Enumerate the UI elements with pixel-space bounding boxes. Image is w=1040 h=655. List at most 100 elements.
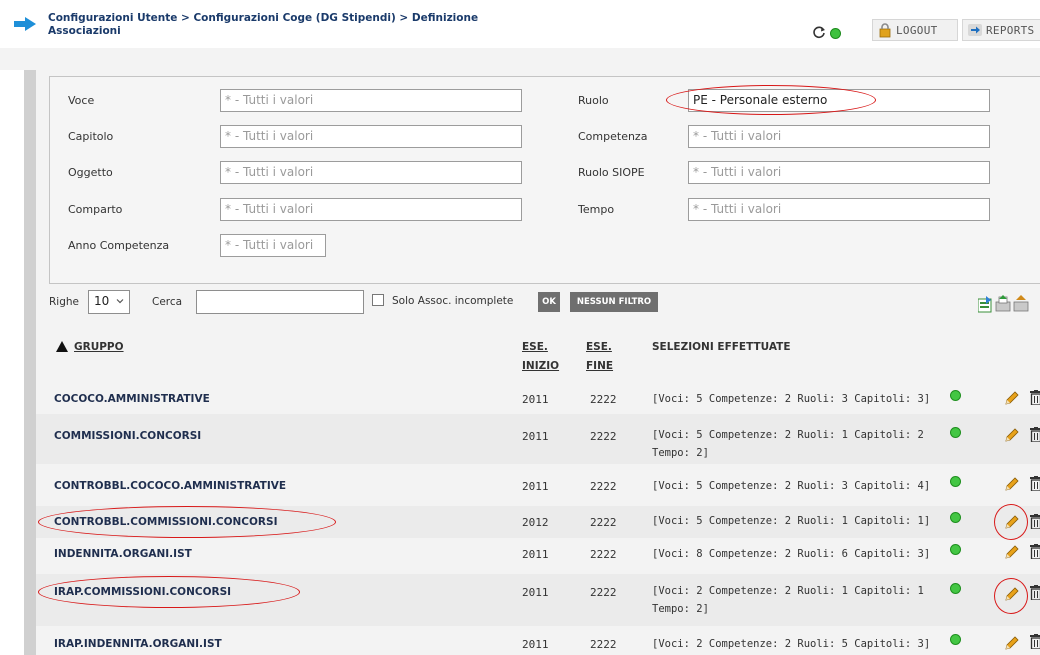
anno-competenza-label: Anno Competenza — [68, 239, 170, 252]
edit-pencil-icon[interactable] — [1004, 514, 1020, 530]
sort-ascending-icon[interactable] — [56, 341, 68, 352]
table-row[interactable]: IRAP.COMMISSIONI.CONCORSI 2011 2222 [Voc… — [36, 574, 1040, 626]
status-ok-icon — [950, 544, 961, 555]
edit-pencil-icon[interactable] — [1004, 635, 1020, 651]
logout-button[interactable]: LOGOUT — [872, 19, 958, 41]
selezioni-cell: [Voci: 5 Competenze: 2 Ruoli: 1 Capitoli… — [652, 512, 942, 530]
ese-fine-cell: 2222 — [590, 638, 617, 651]
column-header-ese-fine-1[interactable]: ESE. — [586, 338, 612, 356]
ese-fine-cell: 2222 — [590, 393, 617, 406]
column-header-ese-fine-2[interactable]: FINE — [586, 357, 613, 375]
table-row[interactable]: CONTROBBL.COCOCO.AMMINISTRATIVE 2011 222… — [36, 464, 1040, 506]
delete-trash-icon[interactable] — [1030, 514, 1040, 529]
gruppo-cell: CONTROBBL.COMMISSIONI.CONCORSI — [54, 516, 278, 528]
gruppo-cell: CONTROBBL.COCOCO.AMMINISTRATIVE — [54, 480, 287, 492]
selezioni-line-1: [Voci: 8 Competenze: 2 Ruoli: 6 Capitoli… — [652, 548, 931, 560]
delete-trash-icon[interactable] — [1030, 634, 1040, 649]
selezioni-line-1: [Voci: 5 Competenze: 2 Ruoli: 1 Capitoli… — [652, 429, 924, 441]
table-row[interactable]: INDENNITA.ORGANI.IST 2011 2222 [Voci: 8 … — [36, 538, 1040, 574]
comparto-field[interactable]: * - Tutti i valori — [220, 198, 522, 221]
ese-fine-cell: 2222 — [590, 480, 617, 493]
oggetto-field[interactable]: * - Tutti i valori — [220, 161, 522, 184]
oggetto-label: Oggetto — [68, 166, 113, 179]
column-header-selezioni: SELEZIONI EFFETTUATE — [652, 341, 791, 353]
ese-inizio-cell: 2011 — [522, 548, 549, 561]
delete-trash-icon[interactable] — [1030, 544, 1040, 559]
edit-pencil-icon[interactable] — [1004, 544, 1020, 560]
table-row[interactable]: COMMISSIONI.CONCORSI 2011 2222 [Voci: 5 … — [36, 414, 1040, 464]
righe-label: Righe — [49, 296, 79, 308]
header-band — [0, 48, 1040, 70]
gruppo-cell: COCOCO.AMMINISTRATIVE — [54, 393, 210, 405]
incomplete-label: Solo Assoc. incomplete — [392, 295, 514, 307]
selezioni-line-1: [Voci: 5 Competenze: 2 Ruoli: 3 Capitoli… — [652, 393, 931, 405]
ese-fine-cell: 2222 — [590, 516, 617, 529]
status-ok-icon — [950, 390, 961, 401]
ese-fine-cell: 2222 — [590, 430, 617, 443]
selezioni-cell: [Voci: 2 Competenze: 2 Ruoli: 1 Capitoli… — [652, 582, 942, 618]
competenza-field[interactable]: * - Tutti i valori — [688, 125, 990, 148]
edit-pencil-icon[interactable] — [1004, 586, 1020, 602]
capitolo-field[interactable]: * - Tutti i valori — [220, 125, 522, 148]
status-ok-icon — [950, 512, 961, 523]
gruppo-cell: COMMISSIONI.CONCORSI — [54, 430, 202, 442]
no-filter-button[interactable]: NESSUN FILTRO — [570, 292, 658, 312]
ruolo-field[interactable]: PE - Personale esterno — [688, 89, 990, 112]
table-row[interactable]: IRAP.INDENNITA.ORGANI.IST 2011 2222 [Voc… — [36, 626, 1040, 655]
logout-label: LOGOUT — [896, 23, 938, 37]
tempo-field[interactable]: * - Tutti i valori — [688, 198, 990, 221]
incomplete-checkbox[interactable] — [372, 294, 384, 306]
ese-inizio-cell: 2011 — [522, 586, 549, 599]
ese-inizio-cell: 2011 — [522, 430, 549, 443]
selezioni-line-1: [Voci: 5 Competenze: 2 Ruoli: 3 Capitoli… — [652, 480, 931, 492]
arrow-right-icon — [14, 17, 36, 31]
voce-field[interactable]: * - Tutti i valori — [220, 89, 522, 112]
ese-inizio-cell: 2012 — [522, 516, 549, 529]
rows-per-page-select[interactable]: 10 — [88, 290, 130, 314]
reports-button[interactable]: REPORTS — [962, 19, 1040, 41]
upload-icon[interactable] — [1013, 295, 1029, 312]
status-indicator-icon — [830, 28, 841, 39]
delete-trash-icon[interactable] — [1030, 476, 1040, 491]
column-header-ese-inizio-2[interactable]: INIZIO — [522, 357, 559, 375]
ese-fine-cell: 2222 — [590, 548, 617, 561]
edit-pencil-icon[interactable] — [1004, 390, 1020, 406]
status-ok-icon — [950, 427, 961, 438]
selezioni-cell: [Voci: 5 Competenze: 2 Ruoli: 3 Capitoli… — [652, 390, 942, 408]
edit-pencil-icon[interactable] — [1004, 427, 1020, 443]
column-header-gruppo[interactable]: GRUPPO — [74, 338, 124, 356]
comparto-label: Comparto — [68, 203, 123, 216]
arrow-right-icon — [968, 24, 982, 36]
ruolo-siope-field[interactable]: * - Tutti i valori — [688, 161, 990, 184]
export-icons — [978, 295, 1029, 313]
print-icon[interactable] — [995, 295, 1011, 312]
ese-fine-cell: 2222 — [590, 586, 617, 599]
cerca-label: Cerca — [152, 296, 183, 308]
anno-competenza-field[interactable]: * - Tutti i valori — [220, 234, 326, 257]
export-excel-icon[interactable] — [978, 296, 992, 313]
status-ok-icon — [950, 634, 961, 645]
table-row[interactable]: COCOCO.AMMINISTRATIVE 2011 2222 [Voci: 5… — [36, 384, 1040, 414]
delete-trash-icon[interactable] — [1030, 427, 1040, 442]
refresh-icon[interactable] — [812, 25, 826, 39]
column-header-ese-inizio-1[interactable]: ESE. — [522, 338, 548, 356]
selezioni-line-1: [Voci: 2 Competenze: 2 Ruoli: 1 Capitoli… — [652, 585, 924, 597]
tempo-label: Tempo — [578, 203, 615, 216]
status-ok-icon — [950, 476, 961, 487]
ok-button[interactable]: OK — [538, 292, 560, 312]
selezioni-line-2: Tempo: 2] — [652, 447, 709, 459]
gruppo-cell: INDENNITA.ORGANI.IST — [54, 548, 192, 560]
reports-label: REPORTS — [986, 23, 1035, 37]
ruolo-label: Ruolo — [578, 94, 609, 107]
delete-trash-icon[interactable] — [1030, 390, 1040, 405]
selezioni-line-2: Tempo: 2] — [652, 603, 709, 615]
selezioni-cell: [Voci: 5 Competenze: 2 Ruoli: 1 Capitoli… — [652, 426, 942, 462]
selezioni-line-1: [Voci: 2 Competenze: 2 Ruoli: 5 Capitoli… — [652, 638, 931, 650]
search-input[interactable] — [196, 290, 364, 314]
delete-trash-icon[interactable] — [1030, 585, 1040, 600]
table-row[interactable]: CONTROBBL.COMMISSIONI.CONCORSI 2012 2222… — [36, 506, 1040, 538]
edit-pencil-icon[interactable] — [1004, 476, 1020, 492]
selezioni-cell: [Voci: 2 Competenze: 2 Ruoli: 5 Capitoli… — [652, 635, 942, 653]
rows-per-page-value: 10 — [94, 294, 110, 308]
breadcrumb: Configurazioni Utente > Configurazioni C… — [48, 12, 479, 37]
